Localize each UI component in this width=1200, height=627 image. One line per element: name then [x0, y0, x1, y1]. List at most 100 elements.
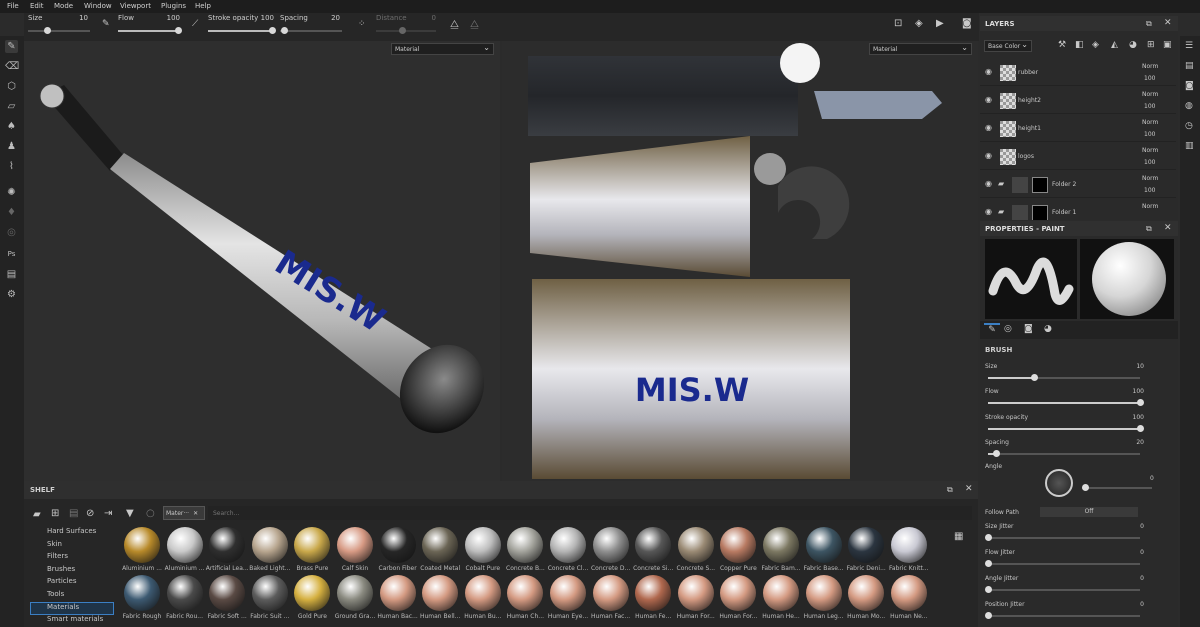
material-item[interactable]: Human Mo...: [844, 575, 888, 623]
new-folder-icon[interactable]: ⊞: [51, 508, 59, 519]
flow-slider[interactable]: [118, 30, 180, 32]
material-item[interactable]: Fabric Soft ...: [205, 575, 249, 623]
category-smart-materials[interactable]: Smart materials: [24, 615, 114, 627]
shelf-search-input[interactable]: [208, 506, 972, 520]
layer-blend-mode[interactable]: Norm: [1142, 91, 1158, 98]
polygon-fill-tool-icon[interactable]: ▱: [5, 100, 18, 113]
material-item[interactable]: Carbon Fiber: [376, 527, 420, 575]
camera-mode-icon[interactable]: ⊡: [894, 18, 902, 29]
material-item[interactable]: Human For...: [674, 575, 718, 623]
flow-value[interactable]: 100: [160, 14, 180, 22]
layer-blend-mode[interactable]: Norm: [1142, 175, 1158, 182]
category-skin[interactable]: Skin: [24, 540, 114, 553]
lazy-mouse-icon[interactable]: ⁘: [358, 19, 366, 29]
material-item[interactable]: Concrete D...: [589, 527, 633, 575]
material-item[interactable]: Fabric Deni...: [844, 527, 888, 575]
category-filters[interactable]: Filters: [24, 552, 114, 565]
visibility-eye-icon[interactable]: ◉: [985, 179, 992, 188]
material-item[interactable]: Human Ne...: [887, 575, 931, 623]
material-item[interactable]: Baked Light...: [248, 527, 292, 575]
symmetry-settings-icon[interactable]: ⧋: [470, 19, 479, 30]
size-slider[interactable]: [28, 30, 90, 32]
viewport-2d-uv[interactable]: Material MIS.W: [502, 41, 978, 481]
layer-row[interactable]: ◉ rubber Norm 100: [980, 60, 1176, 86]
material-item[interactable]: Human Fac...: [589, 575, 633, 623]
tab-texture[interactable]: ◎: [1004, 324, 1012, 334]
size-jitter-slider-handle[interactable]: [985, 534, 992, 541]
stroke-opacity-value[interactable]: 100: [256, 14, 274, 22]
size-slider-handle[interactable]: [44, 27, 51, 34]
tab-brush[interactable]: ✎: [984, 323, 1000, 337]
material-item[interactable]: Human Leg...: [802, 575, 846, 623]
angle-jitter-value[interactable]: 0: [1120, 575, 1144, 582]
filter-icon[interactable]: ▼: [126, 508, 134, 519]
position-jitter-value[interactable]: 0: [1120, 601, 1144, 608]
material-item[interactable]: Concrete Cl...: [546, 527, 590, 575]
folder-add-icon[interactable]: ⊞: [1147, 40, 1155, 50]
geometry-decal-icon[interactable]: ◎: [5, 226, 18, 239]
layer-row[interactable]: ◉ height2 Norm 100: [980, 88, 1176, 114]
close-icon[interactable]: ✕: [965, 484, 973, 494]
close-icon[interactable]: ✕: [1164, 18, 1172, 28]
material-item[interactable]: Human Bell...: [418, 575, 462, 623]
clear-filter-icon[interactable]: ✕: [193, 510, 198, 517]
import-icon[interactable]: ⇥: [104, 508, 112, 519]
category-tools[interactable]: Tools: [24, 590, 114, 603]
material-item[interactable]: Fabric Suit ...: [248, 575, 292, 623]
channel-select[interactable]: Base Color: [984, 40, 1032, 52]
category-particles[interactable]: Particles: [24, 577, 114, 590]
particle-tool-icon[interactable]: ✺: [5, 186, 18, 199]
folder-icon[interactable]: ▰: [33, 509, 41, 520]
menu-window[interactable]: Window: [84, 2, 112, 10]
menu-viewport[interactable]: Viewport: [120, 2, 151, 10]
angle-dial[interactable]: [1045, 469, 1073, 497]
spacing-value[interactable]: 20: [322, 14, 340, 22]
menu-file[interactable]: File: [7, 2, 19, 10]
distance-value[interactable]: 0: [420, 14, 436, 22]
eraser-tool-icon[interactable]: ⌫: [5, 60, 19, 73]
menu-plugins[interactable]: Plugins: [161, 2, 186, 10]
layer-opacity[interactable]: 100: [1144, 75, 1155, 82]
color-picker-icon[interactable]: ⌇: [5, 160, 18, 173]
material-item[interactable]: Brass Pure: [290, 527, 334, 575]
mask-icon[interactable]: ◧: [1075, 40, 1084, 50]
delete-folder-icon[interactable]: ▤: [69, 508, 78, 519]
flow-slider-handle[interactable]: [1137, 399, 1144, 406]
material-item[interactable]: Human Bu...: [461, 575, 505, 623]
material-item[interactable]: Artificial Lea...: [205, 527, 249, 575]
material-item[interactable]: Cobalt Pure: [461, 527, 505, 575]
material-item[interactable]: Human For...: [716, 575, 760, 623]
spacing-slider-handle[interactable]: [992, 450, 1000, 457]
layer-row[interactable]: ◉ ▰ Folder 2 Norm 100: [980, 172, 1176, 198]
size-value[interactable]: 10: [72, 14, 88, 22]
material-item[interactable]: Concrete Si...: [631, 527, 675, 575]
follow-path-toggle[interactable]: Off: [1040, 507, 1138, 517]
material-item[interactable]: Human Fe...: [631, 575, 675, 623]
material-item[interactable]: Fabric Rou...: [163, 575, 207, 623]
tab-stencil[interactable]: ◙: [1024, 324, 1033, 334]
flow-slider-handle[interactable]: [175, 27, 182, 34]
visibility-eye-icon[interactable]: ◉: [985, 95, 992, 104]
log-icon[interactable]: ▥: [1185, 141, 1194, 151]
layer-blend-mode[interactable]: Norm: [1142, 203, 1158, 210]
spacing-slider[interactable]: [280, 30, 342, 32]
angle-jitter-slider[interactable]: [988, 589, 1140, 591]
layer-opacity[interactable]: 100: [1144, 187, 1155, 194]
layer-row[interactable]: ◉ ▰ Folder 1 Norm: [980, 200, 1176, 220]
stroke-opacity-slider-handle[interactable]: [1137, 425, 1144, 432]
material-item[interactable]: Concrete S...: [674, 527, 718, 575]
material-item[interactable]: Coated Metal: [418, 527, 462, 575]
size-slider-handle[interactable]: [1030, 374, 1038, 381]
material-item[interactable]: Human Bac...: [376, 575, 420, 623]
spacing-slider[interactable]: [988, 453, 1140, 455]
layer-blend-mode[interactable]: Norm: [1142, 147, 1158, 154]
wrench-icon[interactable]: ⚒: [1058, 40, 1066, 50]
spacing-value[interactable]: 20: [1120, 439, 1144, 446]
material-item[interactable]: Copper Pure: [716, 527, 760, 575]
layer-opacity[interactable]: 100: [1144, 103, 1155, 110]
position-jitter-slider-handle[interactable]: [985, 612, 992, 619]
size-value[interactable]: 10: [1120, 363, 1144, 370]
history-icon[interactable]: ◷: [1185, 121, 1193, 131]
material-item[interactable]: Fabric Knitt...: [887, 527, 931, 575]
tab-material[interactable]: ◕: [1044, 324, 1052, 334]
